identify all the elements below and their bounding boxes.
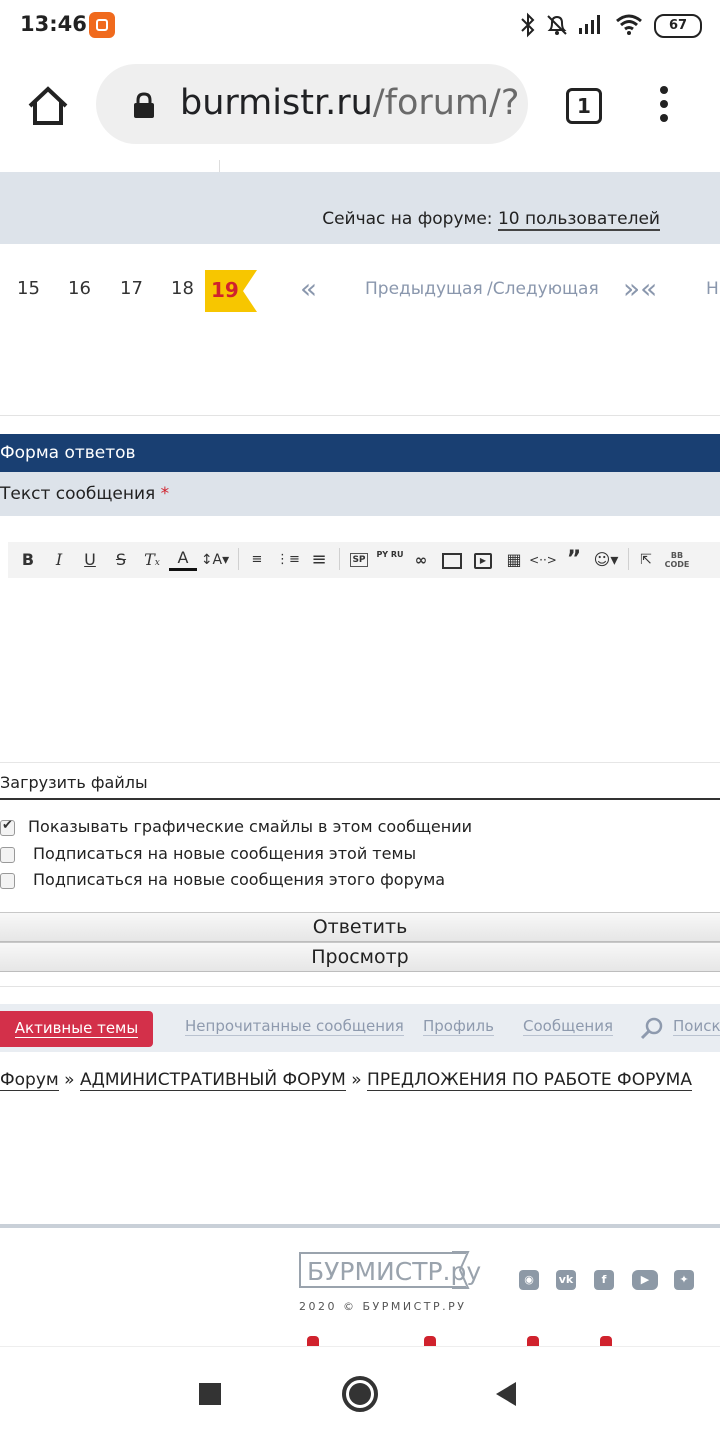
instagram-icon[interactable]: ◉	[519, 1270, 539, 1290]
breadcrumb-forum[interactable]: Форум	[0, 1070, 59, 1091]
font-size-icon[interactable]: ↕A▾	[198, 546, 232, 574]
checkbox-subscribe-forum[interactable]	[0, 873, 15, 889]
reply-form-header: Форма ответов	[0, 434, 720, 472]
zen-icon[interactable]: ✦	[674, 1270, 694, 1290]
top-strip-divider	[219, 160, 220, 172]
divider	[0, 986, 720, 987]
home-icon[interactable]	[26, 84, 70, 128]
emoji-icon[interactable]: ☺▾	[589, 546, 623, 574]
fullscreen-icon[interactable]: ⇱	[632, 546, 660, 574]
pagination-trailing[interactable]: Н	[706, 279, 719, 299]
underline-icon[interactable]: U	[76, 546, 104, 574]
youtube-icon[interactable]: ▶	[632, 1270, 658, 1290]
first-page-link[interactable]: «	[300, 272, 317, 305]
bluetooth-icon	[521, 12, 535, 38]
nav-active-topics[interactable]: Активные темы	[0, 1011, 153, 1047]
align-icon[interactable]: ≡	[305, 546, 333, 574]
clear-format-icon[interactable]: Tx	[138, 546, 166, 574]
online-users-link[interactable]: 10 пользователей	[497, 209, 660, 231]
url-text: burmistr.ru/forum/?	[180, 83, 520, 123]
code-icon[interactable]: <··>	[529, 546, 557, 574]
upload-files-link[interactable]: Загрузить файлы	[0, 762, 720, 800]
battery-indicator: 67	[654, 14, 702, 38]
divider	[0, 415, 720, 416]
breadcrumb-separator: »	[351, 1070, 362, 1090]
footer-red-marks	[300, 1336, 620, 1346]
video-icon[interactable]: ▶	[469, 546, 497, 574]
current-page-number: 19	[211, 278, 239, 302]
tab-switcher-button[interactable]: 1	[566, 88, 602, 124]
reply-button[interactable]: Ответить	[0, 912, 720, 942]
next-page-link[interactable]: /Следующая	[487, 279, 599, 299]
nav-unread[interactable]: Непрочитанные сообщения	[185, 1017, 404, 1036]
browser-menu-icon[interactable]	[655, 86, 675, 126]
page-link-17[interactable]: 17	[120, 278, 143, 299]
last-page-link[interactable]: »«	[623, 272, 657, 305]
online-users-text: Сейчас на форуме: 10 пользователей	[322, 209, 660, 231]
bbcode-icon[interactable]: BB CODE	[663, 546, 691, 574]
clock: 13:46	[20, 12, 87, 36]
browser-toolbar: burmistr.ru/forum/? 1	[0, 52, 720, 160]
bold-icon[interactable]: B	[14, 546, 42, 574]
option-label: Подписаться на новые сообщения этого фор…	[33, 870, 446, 889]
nav-messages[interactable]: Сообщения	[523, 1017, 614, 1036]
required-mark: *	[160, 484, 170, 504]
table-icon[interactable]: ▦	[500, 546, 528, 574]
vk-icon[interactable]: vk	[556, 1270, 576, 1290]
option-label: Подписаться на новые сообщения этой темы	[33, 844, 417, 863]
breadcrumb-suggestions[interactable]: ПРЕДЛОЖЕНИЯ ПО РАБОТЕ ФОРУМА	[367, 1070, 692, 1091]
prev-page-link[interactable]: Предыдущая	[365, 279, 483, 299]
link-icon[interactable]: ∞	[407, 546, 435, 574]
italic-icon[interactable]: I	[45, 546, 73, 574]
image-icon[interactable]	[438, 546, 466, 574]
page-link-18[interactable]: 18	[171, 278, 194, 299]
wifi-icon	[616, 14, 642, 35]
copyright: 2020 © БУРМИСТР.РУ	[299, 1300, 467, 1313]
option-label: Показывать графические смайлы в этом соо…	[28, 817, 473, 836]
nav-profile[interactable]: Профиль	[423, 1017, 494, 1036]
home-button[interactable]	[342, 1376, 378, 1412]
spoiler-icon[interactable]: SP	[345, 546, 373, 574]
signal-icon	[579, 15, 600, 34]
editor-toolbar: B I U S Tx A ↕A▾ ≡ ⋮≡ ≡ SP PY RU ∞ ▶ ▦ <…	[8, 542, 720, 579]
unordered-list-icon[interactable]: ⋮≡	[274, 546, 302, 574]
breadcrumb: Форум » АДМИНИСТРАТИВНЫЙ ФОРУМ » ПРЕДЛОЖ…	[0, 1070, 692, 1091]
facebook-icon[interactable]: f	[594, 1270, 614, 1290]
recent-apps-button[interactable]	[199, 1383, 221, 1405]
quote-icon[interactable]: ”	[560, 546, 588, 574]
online-users-bar: Сейчас на форуме: 10 пользователей	[0, 172, 720, 244]
back-button[interactable]	[496, 1382, 516, 1406]
breadcrumb-separator: »	[64, 1070, 75, 1090]
logo-flag-edge	[452, 1251, 470, 1289]
translit-icon[interactable]: PY RU	[376, 546, 404, 574]
message-label: Текст сообщения *	[0, 472, 720, 516]
bell-muted-icon	[547, 15, 567, 35]
preview-button[interactable]: Просмотр	[0, 942, 720, 972]
address-bar[interactable]: burmistr.ru/forum/?	[96, 64, 528, 144]
site-logo[interactable]: БУРМИСТР.ру	[299, 1252, 481, 1288]
forum-nav: Активные темы Непрочитанные сообщения Пр…	[0, 1004, 720, 1052]
message-editor[interactable]	[0, 578, 720, 762]
strikethrough-icon[interactable]: S	[107, 546, 135, 574]
mi-app-icon	[89, 12, 115, 38]
search-icon[interactable]	[640, 1017, 664, 1041]
status-bar: 13:46 67	[0, 0, 720, 52]
page-link-16[interactable]: 16	[68, 278, 91, 299]
android-nav-bar	[0, 1346, 720, 1441]
lock-icon	[134, 92, 154, 118]
page-link-15[interactable]: 15	[17, 278, 40, 299]
current-page: 19	[205, 270, 257, 312]
checkbox-subscribe-topic[interactable]	[0, 847, 15, 863]
pagination: 15 16 17 18 19 « Предыдущая /Следующая »…	[0, 262, 720, 322]
checkbox-show-smiles[interactable]: ✔	[0, 818, 15, 836]
ordered-list-icon[interactable]: ≡	[243, 546, 271, 574]
nav-search[interactable]: Поиск	[673, 1017, 720, 1036]
font-color-icon[interactable]: A	[169, 546, 197, 571]
footer-divider	[0, 1224, 720, 1228]
breadcrumb-admin-forum[interactable]: АДМИНИСТРАТИВНЫЙ ФОРУМ	[79, 1070, 346, 1091]
